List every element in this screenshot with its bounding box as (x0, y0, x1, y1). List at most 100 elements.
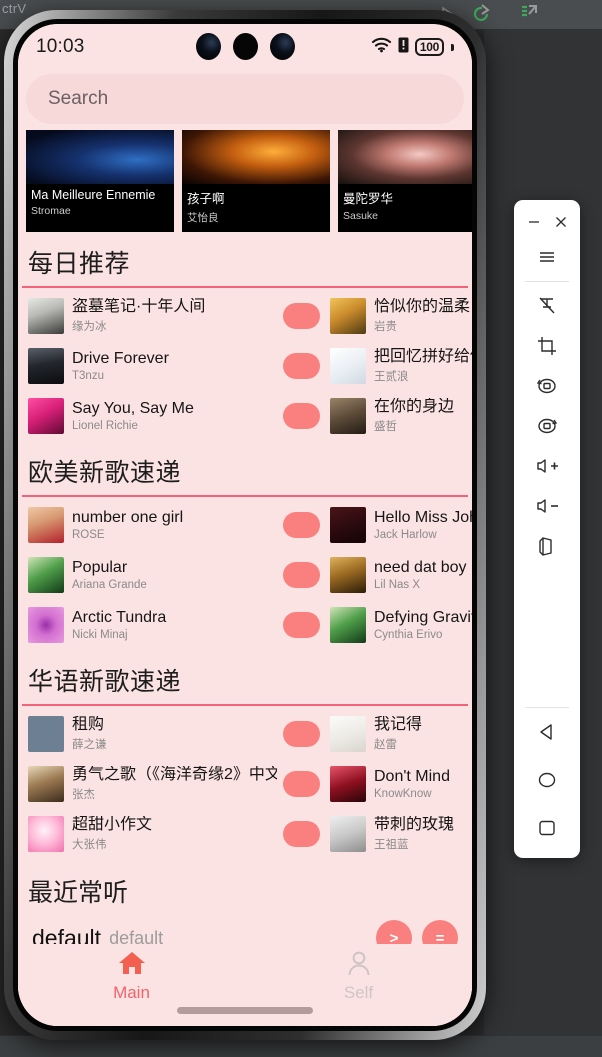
album-art (26, 130, 174, 184)
minimize-button[interactable] (521, 209, 547, 235)
song-row[interactable]: 超甜小作文 大张伟 (18, 809, 328, 859)
crop-icon[interactable] (527, 326, 567, 366)
sim-alert-icon (398, 37, 409, 58)
song-row[interactable]: 在你的身边 盛哲 (328, 391, 472, 441)
song-row[interactable]: Defying Gravity Cynthia Erivo (328, 600, 472, 650)
song-row[interactable]: 租购 薛之谦 (18, 709, 328, 759)
section-heading: 每日推荐 (28, 250, 131, 278)
close-button[interactable] (548, 209, 574, 235)
fold-icon[interactable] (527, 526, 567, 566)
song-row[interactable]: 我记得 赵雷 (328, 709, 472, 759)
song-row[interactable]: 带刺的玫瑰 王祖蓝 (328, 809, 472, 859)
featured-card-artist: 艾怡良 (187, 212, 219, 224)
play-button[interactable] (283, 353, 320, 379)
song-artist: T3nzu (72, 370, 104, 383)
song-row[interactable]: Hello Miss Johnson Jack Harlow (328, 500, 472, 550)
nav-label-main: Main (113, 983, 150, 1002)
song-title: 租购 (72, 715, 105, 733)
song-thumbnail (330, 348, 366, 384)
song-row[interactable]: Don't Mind KnowKnow (328, 759, 472, 809)
song-title: 带刺的玫瑰 (374, 815, 455, 833)
song-text: 恰似你的温柔 岩贵 (374, 298, 472, 334)
song-text: Don't Mind KnowKnow (374, 768, 472, 800)
song-row[interactable]: Popular Ariana Grande (18, 550, 328, 600)
play-button[interactable] (283, 303, 320, 329)
song-thumbnail (330, 766, 366, 802)
run-icon[interactable] (470, 4, 492, 29)
recent-section-heading: 最近常听 (28, 879, 129, 907)
toolbar-divider (525, 707, 569, 708)
song-text: 租购 薛之谦 (72, 716, 277, 752)
song-title: 盗墓笔记·十年人间 (72, 297, 206, 315)
song-title: Popular (72, 558, 128, 576)
song-title: need dat boy (374, 558, 467, 576)
song-artist: 张杰 (72, 789, 95, 802)
song-column-right: 恰似你的温柔 岩贵 把回忆拼好给你 王贰浪 在你的身边 盛哲 (328, 291, 472, 441)
circle-home-icon[interactable] (527, 760, 567, 800)
volume-down-icon[interactable] (527, 486, 567, 526)
play-button[interactable] (283, 771, 320, 797)
square-recents-icon[interactable] (527, 808, 567, 848)
play-button[interactable] (283, 512, 320, 538)
song-title: 勇气之歌（《海洋奇缘2》中文主题曲） (72, 765, 277, 783)
song-row[interactable]: number one girl ROSÉ (18, 500, 328, 550)
song-column-right: 我记得 赵雷 Don't Mind KnowKnow 带刺的玫瑰 王祖蓝 (328, 709, 472, 859)
search-input[interactable]: Search (26, 74, 464, 124)
song-thumbnail (330, 507, 366, 543)
debug-icon[interactable] (518, 4, 540, 29)
song-artist: ROSÉ (72, 529, 105, 542)
song-title: 超甜小作文 (72, 815, 153, 833)
song-column-right: Hello Miss Johnson Jack Harlow need dat … (328, 500, 472, 650)
rotate-right-icon[interactable] (527, 406, 567, 446)
play-button[interactable] (283, 821, 320, 847)
featured-card-title: 孩子啊 (187, 192, 225, 206)
home-gesture-indicator[interactable] (177, 1007, 313, 1014)
play-button[interactable] (283, 403, 320, 429)
song-artist: 大张伟 (72, 839, 107, 852)
song-row[interactable]: need dat boy Lil Nas X (328, 550, 472, 600)
song-row[interactable]: 勇气之歌（《海洋奇缘2》中文主题曲） 张杰 (18, 759, 328, 809)
song-row[interactable]: Say You, Say Me Lionel Richie (18, 391, 328, 441)
nav-item-self[interactable]: Self (245, 950, 472, 1003)
song-text: 盗墓笔记·十年人间 缘为冰 (72, 298, 277, 334)
song-thumbnail (28, 348, 64, 384)
song-row[interactable]: Arctic Tundra Nicki Minaj (18, 600, 328, 650)
play-button[interactable] (283, 612, 320, 638)
featured-card[interactable]: 曼陀罗华 Sasuke (338, 130, 472, 232)
song-title: Say You, Say Me (72, 399, 194, 417)
nav-item-main[interactable]: Main (18, 950, 245, 1003)
volume-up-icon[interactable] (527, 446, 567, 486)
song-artist: Lionel Richie (72, 420, 138, 433)
battery-nub-icon (451, 43, 454, 51)
featured-card-title: 曼陀罗华 (343, 192, 394, 206)
song-artist: 赵雷 (374, 739, 397, 752)
featured-card[interactable]: Ma Meilleure Ennemie Stromae (26, 130, 174, 232)
song-artist: 薛之谦 (72, 739, 107, 752)
featured-card[interactable]: 孩子啊 艾怡良 (182, 130, 330, 232)
song-thumbnail (330, 816, 366, 852)
app-scroll-area[interactable]: Search Ma Meilleure Ennemie Stromae 孩子啊 … (18, 70, 472, 1026)
song-text: 在你的身边 盛哲 (374, 398, 472, 434)
song-thumbnail (330, 607, 366, 643)
song-artist: 岩贵 (374, 321, 397, 334)
ide-tab-label: ctrV (2, 1, 27, 16)
home-icon (117, 950, 147, 981)
song-artist: 王祖蓝 (374, 839, 409, 852)
song-row[interactable]: 恰似你的温柔 岩贵 (328, 291, 472, 341)
triangle-back-icon[interactable] (527, 712, 567, 752)
song-text: Say You, Say Me Lionel Richie (72, 400, 277, 432)
play-button[interactable] (283, 562, 320, 588)
menu-button[interactable] (527, 237, 567, 277)
unpin-icon[interactable] (527, 286, 567, 326)
song-row[interactable]: 盗墓笔记·十年人间 缘为冰 (18, 291, 328, 341)
song-row[interactable]: Drive Forever T3nzu (18, 341, 328, 391)
song-title: Drive Forever (72, 349, 169, 367)
toolbar-divider (525, 281, 569, 282)
play-button[interactable] (283, 721, 320, 747)
song-thumbnail (330, 398, 366, 434)
song-row[interactable]: 把回忆拼好给你 王贰浪 (328, 341, 472, 391)
song-artist: 缘为冰 (72, 321, 107, 334)
song-text: number one girl ROSÉ (72, 509, 277, 541)
rotate-left-icon[interactable] (527, 366, 567, 406)
song-title: number one girl (72, 508, 184, 526)
